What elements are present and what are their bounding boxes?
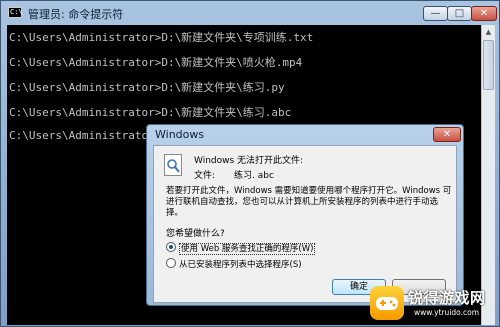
console-line: C:\Users\Administrator>D:\新建文件夹\练习.abc bbox=[9, 106, 292, 119]
close-button[interactable]: ✕ bbox=[471, 6, 497, 21]
console-line: C:\Users\Administrator> bbox=[9, 129, 162, 142]
question-text: 您希望做什么? bbox=[166, 229, 225, 239]
watermark-url: www.ytruido.com bbox=[414, 308, 480, 317]
option-installed-programs[interactable]: 从已安装程序列表中选择程序(S) bbox=[166, 258, 302, 270]
minimize-button[interactable]: — bbox=[423, 6, 448, 21]
description-text: 若要打开此文件，Windows 需要知道要使用哪个程序打开它。Windows 可… bbox=[166, 186, 452, 218]
console-line: C:\Users\Administrator>D:\新建文件夹\喷火枪.mp4 bbox=[9, 56, 303, 69]
maximize-button[interactable]: □ bbox=[447, 6, 472, 21]
cmd-icon: C:\ bbox=[8, 7, 23, 18]
option-web-service[interactable]: 使用 Web 服务查找正确的程序(W) bbox=[166, 242, 316, 255]
scrollbar-thumb[interactable] bbox=[483, 40, 494, 90]
console-line: C:\Users\Administrator>D:\新建文件夹\练习.py bbox=[9, 81, 285, 94]
message-title: Windows 无法打开此文件: bbox=[194, 156, 304, 166]
window-title: 管理员: 命令提示符 bbox=[28, 8, 124, 21]
radio-button[interactable] bbox=[166, 258, 176, 268]
dialog-close-button[interactable]: ✕ bbox=[433, 127, 461, 142]
dialog-body: Windows 无法打开此文件: 文件: 练习. abc 若要打开此文件，Win… bbox=[153, 145, 457, 303]
watermark-name: 锐得游戏网 bbox=[408, 289, 486, 307]
console-line: C:\Users\Administrator>D:\新建文件夹\专项训练.txt bbox=[9, 31, 314, 44]
option-label: 从已安装程序列表中选择程序(S) bbox=[179, 260, 302, 270]
watermark-logo-icon bbox=[370, 286, 404, 320]
dialog-title: Windows bbox=[155, 128, 205, 141]
option-label: 使用 Web 服务查找正确的程序(W) bbox=[179, 243, 316, 255]
scroll-up-arrow-icon[interactable]: ▲ bbox=[482, 25, 495, 39]
radio-button-selected[interactable] bbox=[166, 242, 176, 252]
title-bar[interactable]: C:\ 管理员: 命令提示符 — □ ✕ bbox=[1, 1, 499, 25]
watermark: 锐得游戏网 www.ytruido.com bbox=[370, 283, 498, 325]
scrollbar[interactable]: ▲ bbox=[481, 25, 495, 325]
open-with-dialog: Windows ✕ Windows 无法打开此文件: 文件: 练习. abc 若… bbox=[146, 124, 464, 306]
file-question-icon bbox=[164, 154, 182, 176]
file-label: 文件: bbox=[194, 171, 216, 181]
file-name: 练习. abc bbox=[234, 171, 274, 181]
